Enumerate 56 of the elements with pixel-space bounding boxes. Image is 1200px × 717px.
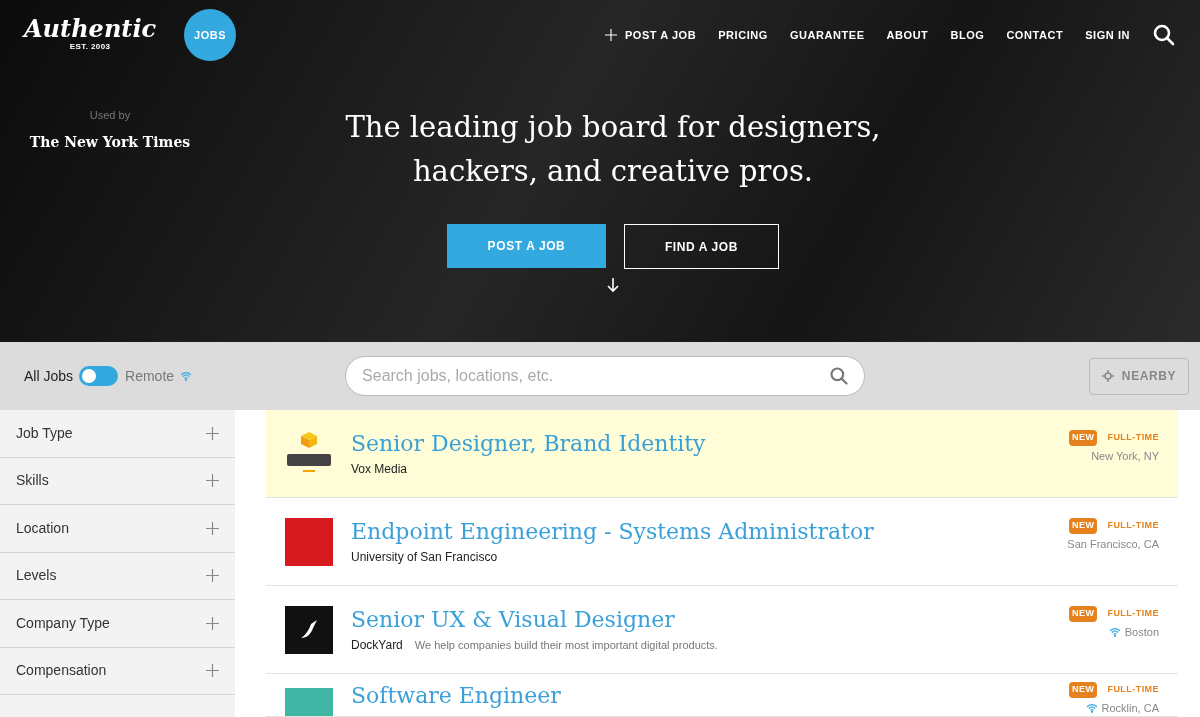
search-icon[interactable] (1152, 23, 1176, 47)
job-location: Rocklin, CA (1101, 700, 1159, 716)
job-location: New York, NY (1091, 448, 1159, 464)
job-type: FULL-TIME (1107, 683, 1159, 696)
location-target-icon (1101, 370, 1114, 382)
company-name: Vox Media (351, 460, 408, 478)
nav-link[interactable]: POST A JOB (604, 26, 697, 44)
job-type: FULL-TIME (1107, 519, 1159, 532)
search-field[interactable]: Search jobs, locations, etc. (345, 356, 866, 396)
company-logo (285, 517, 333, 566)
hero-headline: The leading job board for designers, hackers, and creative pros. (345, 109, 881, 190)
wifi-icon (1085, 701, 1098, 714)
job-listing[interactable]: Senior Designer, Brand Identity Vox Media NEW FULL-TIME New York, NY (266, 410, 1178, 498)
company-logo (285, 605, 333, 654)
plus-icon (206, 569, 219, 583)
plus-icon (206, 426, 219, 440)
nav-link[interactable]: CONTACT (1006, 26, 1064, 44)
plus-icon (206, 616, 219, 630)
nav-link[interactable]: PRICING (718, 26, 768, 44)
nav-link[interactable]: ABOUT (886, 26, 929, 44)
used-by-label: Used by (89, 108, 131, 123)
plus-icon (206, 521, 219, 535)
company-name: University of San Francisco (351, 548, 498, 566)
job-location: Boston (1124, 624, 1159, 640)
plus-icon (206, 664, 219, 678)
job-location: San Francisco, CA (1067, 536, 1159, 552)
company-tagline: We help companies build their most important digital products. (414, 637, 718, 653)
all-jobs-label: All Jobs (24, 366, 74, 386)
company-logo (285, 688, 333, 716)
down-arrow-icon[interactable] (605, 277, 621, 293)
wifi-icon (1108, 625, 1121, 638)
find-job-button[interactable]: FIND A JOB (624, 224, 779, 269)
new-badge: NEW (1069, 518, 1098, 534)
brand-tagline: EST. 2003 (69, 41, 111, 53)
filter-item[interactable]: Company Type (0, 600, 235, 648)
filter-item[interactable]: Job Type (0, 410, 235, 458)
new-badge: NEW (1069, 606, 1098, 622)
plus-icon (206, 474, 219, 488)
job-type: FULL-TIME (1107, 431, 1159, 444)
job-type: FULL-TIME (1107, 607, 1159, 620)
wifi-icon (180, 370, 193, 382)
company-name: DockYard (351, 636, 403, 654)
remote-label: Remote (125, 366, 175, 386)
filter-item[interactable]: Location (0, 505, 235, 553)
client-logo: The New York Times (29, 132, 191, 152)
filter-item[interactable]: Skills (0, 457, 235, 505)
remote-toggle[interactable] (79, 366, 119, 386)
nav-link[interactable]: BLOG (950, 26, 985, 44)
new-badge: NEW (1069, 682, 1098, 698)
nav-link[interactable]: GUARANTEE (789, 26, 865, 44)
filter-item[interactable]: Compensation (0, 647, 235, 695)
new-badge: NEW (1069, 430, 1098, 446)
brand-logo[interactable]: Authentic (24, 17, 157, 41)
nav-link[interactable]: SIGN IN (1085, 26, 1130, 44)
plus-icon (604, 29, 617, 41)
filter-item[interactable]: Levels (0, 552, 235, 600)
